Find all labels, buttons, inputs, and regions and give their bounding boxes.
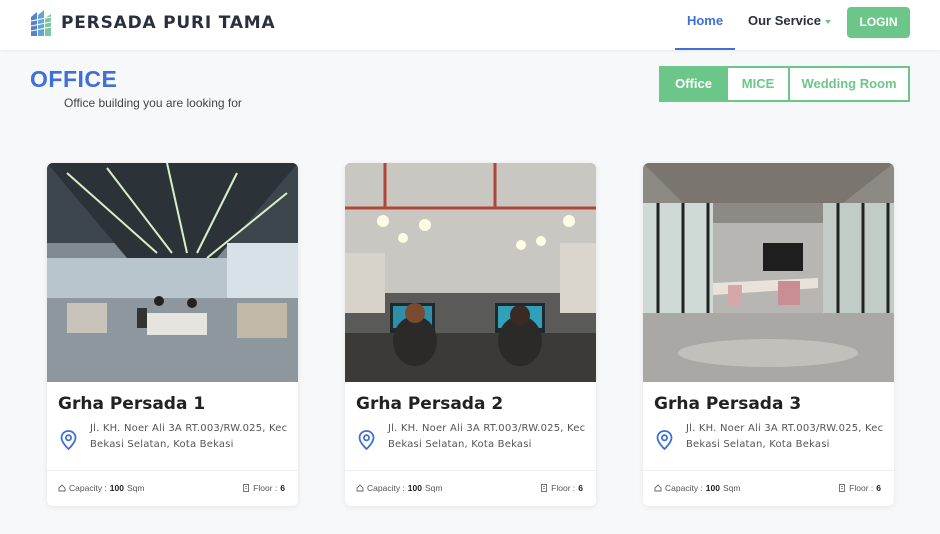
card-capacity: Capacity : 100 Sqm	[654, 483, 740, 493]
card-capacity: Capacity : 100 Sqm	[58, 483, 144, 493]
card-divider	[643, 470, 894, 471]
card-title: Grha Persada 3	[654, 394, 802, 414]
capacity-unit: Sqm	[424, 483, 443, 493]
home-icon	[654, 484, 662, 492]
location-pin-icon	[656, 430, 673, 450]
building-icon	[839, 484, 846, 492]
capacity-value: 100	[407, 483, 422, 493]
capacity-unit: Sqm	[722, 483, 741, 493]
home-icon	[356, 484, 364, 492]
nav-home[interactable]: Home	[675, 0, 735, 50]
nav-our-service-label: Our Service	[748, 13, 821, 28]
capacity-value: 100	[109, 483, 124, 493]
card-divider	[345, 470, 596, 471]
floor-label: Floor :	[551, 483, 576, 493]
capacity-label: Capacity :	[665, 483, 703, 493]
navbar: PERSADA PURI TAMA Home Our Service LOGIN	[0, 0, 940, 50]
building-icon	[541, 484, 548, 492]
tab-office[interactable]: Office	[659, 66, 728, 102]
page-subtitle: Office building you are looking for	[64, 96, 242, 110]
floor-value: 6	[876, 483, 881, 493]
office-card[interactable]: Grha Persada 2 Jl. KH. Noer Ali 3A RT.00…	[345, 163, 596, 506]
card-capacity: Capacity : 100 Sqm	[356, 483, 442, 493]
brand-name: PERSADA PURI TAMA	[61, 13, 276, 33]
capacity-unit: Sqm	[126, 483, 145, 493]
office-photo	[643, 163, 894, 382]
floor-value: 6	[578, 483, 583, 493]
building-icon	[243, 484, 250, 492]
card-address: Jl. KH. Noer Ali 3A RT.003/RW.025, Kec B…	[90, 423, 288, 450]
brand[interactable]: PERSADA PURI TAMA	[30, 9, 275, 37]
office-photo	[345, 163, 596, 382]
caret-down-icon	[825, 20, 831, 24]
card-title: Grha Persada 1	[58, 394, 206, 414]
floor-label: Floor :	[849, 483, 874, 493]
card-divider	[47, 470, 298, 471]
card-floor: Floor : 6	[540, 483, 586, 493]
tab-mice[interactable]: MICE	[728, 66, 790, 102]
floor-label: Floor :	[253, 483, 278, 493]
capacity-label: Capacity :	[69, 483, 107, 493]
office-photo	[47, 163, 298, 382]
floor-value: 6	[280, 483, 285, 493]
card-floor: Floor : 6	[838, 483, 884, 493]
tab-wedding-room[interactable]: Wedding Room	[790, 66, 910, 102]
login-button[interactable]: LOGIN	[847, 7, 910, 38]
nav-our-service[interactable]: Our Service	[748, 0, 831, 42]
capacity-label: Capacity :	[367, 483, 405, 493]
capacity-value: 100	[705, 483, 720, 493]
category-tabs: Office MICE Wedding Room	[659, 66, 910, 102]
card-title: Grha Persada 2	[356, 394, 504, 414]
card-floor: Floor : 6	[242, 483, 288, 493]
office-card[interactable]: Grha Persada 1 Jl. KH. Noer Ali 3A RT.00…	[47, 163, 298, 506]
page-title: OFFICE	[30, 66, 118, 92]
card-address: Jl. KH. Noer Ali 3A RT.003/RW.025, Kec B…	[686, 423, 884, 450]
location-pin-icon	[60, 430, 77, 450]
brand-logo-icon	[30, 10, 52, 36]
location-pin-icon	[358, 430, 375, 450]
home-icon	[58, 484, 66, 492]
card-address: Jl. KH. Noer Ali 3A RT.003/RW.025, Kec B…	[388, 423, 586, 450]
office-card[interactable]: Grha Persada 3 Jl. KH. Noer Ali 3A RT.00…	[643, 163, 894, 506]
